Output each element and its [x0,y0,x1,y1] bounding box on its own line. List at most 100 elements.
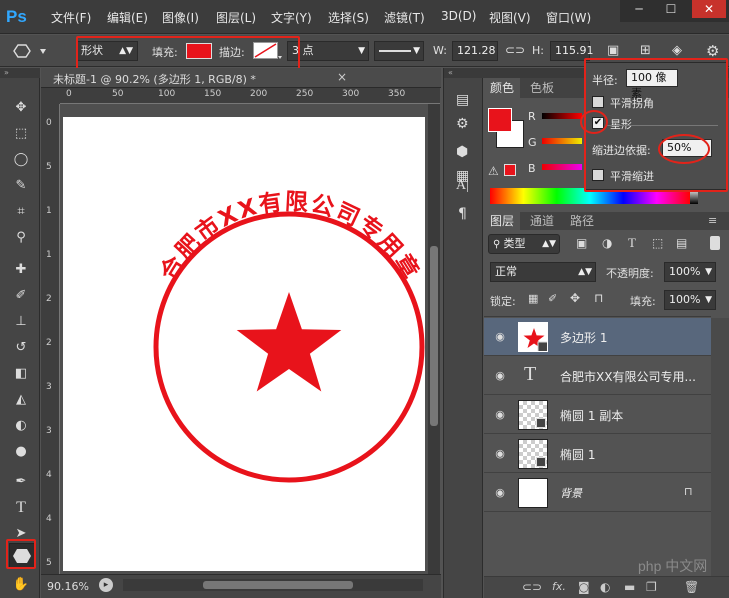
tab-layers[interactable]: 图层 [484,212,521,230]
layers-scrollbar[interactable] [711,318,729,578]
history-brush-tool-icon[interactable]: ↺ [10,338,32,358]
visibility-eye-icon[interactable]: ◉ [492,369,508,383]
blend-mode-select[interactable]: 正常 ▲▼ [490,262,596,282]
character-panel-icon[interactable]: A| [456,178,469,194]
fill-field[interactable]: 100% ▼ [664,290,716,310]
menu-filter[interactable]: 滤镜(T) [384,9,425,26]
tab-channels[interactable]: 通道 [524,212,560,230]
channel-b-slider[interactable] [542,164,582,170]
menu-file[interactable]: 文件(F) [51,9,91,26]
filter-pixel-icon[interactable]: ▣ [576,236,587,250]
new-layer-icon[interactable]: ❐ [646,580,657,594]
eraser-tool-icon[interactable]: ◧ [10,364,32,384]
dock-collapse-icon[interactable]: « [444,68,484,78]
adjustment-layer-icon[interactable]: ◐ [600,580,610,594]
tab-swatches[interactable]: 色板 [524,78,560,98]
clone-stamp-tool-icon[interactable]: ⊥ [10,312,32,332]
layer-row-polygon[interactable]: ◉ 多边形 1 [484,318,711,356]
width-field[interactable]: 121.28 [452,41,498,61]
horizontal-scrollbar[interactable] [123,579,423,591]
status-info-icon[interactable]: ▸ [99,578,113,592]
visibility-eye-icon[interactable]: ◉ [492,447,508,461]
menu-type[interactable]: 文字(Y) [271,9,312,26]
layer-row-text[interactable]: ◉ T 合肥市XX有限公司专用... [484,357,711,395]
menu-layer[interactable]: 图层(L) [216,9,256,26]
panel-menu-icon[interactable]: ≡ [708,214,717,227]
search-icon: ⚲ [493,239,504,250]
link-icon[interactable]: ⊂⊃ [505,43,525,57]
filter-toggle-switch[interactable] [710,236,720,250]
new-group-icon[interactable]: ▬ [624,580,635,594]
minimize-button[interactable]: ─ [624,0,654,18]
maximize-button[interactable]: ☐ [656,0,686,18]
brush-tool-icon[interactable]: ✐ [10,286,32,306]
hand-tool-icon[interactable]: ✋ [10,575,32,595]
document-canvas[interactable]: 合肥市XX有限公司专用章 [63,117,425,571]
document-tab[interactable]: 未标题-1 @ 90.2% (多边形 1, RGB/8) * × [41,68,441,88]
layer-row-ellipse-copy[interactable]: ◉ 椭圆 1 副本 [484,396,711,434]
menu-edit[interactable]: 编辑(E) [107,9,148,26]
vertical-scrollbar[interactable] [428,104,440,574]
lock-pixels-icon[interactable]: ✐ [548,292,557,305]
channel-g-slider[interactable] [542,138,582,144]
eyedropper-tool-icon[interactable]: ⚲ [10,228,32,248]
path-alignment-icon[interactable]: ⊞ [640,43,651,58]
polygon-tool-preset-icon[interactable] [8,41,50,61]
paragraph-panel-icon[interactable]: ¶ [458,206,467,222]
crop-tool-icon[interactable]: ⌗ [10,202,32,222]
lock-all-icon[interactable]: ⊓ [594,291,603,305]
tab-color[interactable]: 颜色 [484,78,521,98]
menu-select[interactable]: 选择(S) [328,9,369,26]
quick-select-tool-icon[interactable]: ✎ [10,176,32,196]
properties-panel-icon[interactable]: ⚙ [456,116,469,132]
lock-position-icon[interactable]: ✥ [570,291,580,305]
pen-tool-icon[interactable]: ✒ [10,472,32,492]
path-arrangement-icon[interactable]: ◈ [672,43,682,58]
move-tool-icon[interactable]: ✥ [10,98,32,118]
healing-brush-tool-icon[interactable]: ✚ [10,260,32,280]
add-mask-icon[interactable]: ◙ [578,580,590,594]
visibility-eye-icon[interactable]: ◉ [492,330,508,344]
layer-style-icon[interactable]: fx. [552,580,566,593]
menu-3d[interactable]: 3D(D) [441,9,476,23]
layer-row-background[interactable]: ◉ 背景 ⊓ [484,474,711,512]
close-button[interactable]: ✕ [692,0,726,18]
lock-transparent-icon[interactable]: ▦ [528,292,538,305]
layer-row-ellipse[interactable]: ◉ 椭圆 1 [484,435,711,473]
scroll-thumb[interactable] [203,581,353,589]
gamut-color-chip[interactable] [504,164,516,176]
close-tab-icon[interactable]: × [337,70,347,84]
filter-shape-icon[interactable]: ⬚ [652,236,663,250]
3d-panel-icon[interactable]: ⬢ [456,144,468,160]
opacity-field[interactable]: 100% ▼ [664,262,716,282]
stroke-type-select[interactable]: ▼ [374,41,424,61]
foreground-color-swatch[interactable] [488,108,512,132]
type-tool-icon[interactable]: T [10,498,32,518]
trash-icon[interactable]: 🗑 [684,580,699,594]
visibility-eye-icon[interactable]: ◉ [492,486,508,500]
visibility-eye-icon[interactable]: ◉ [492,408,508,422]
channel-r-slider[interactable] [542,113,582,119]
lock-icon[interactable]: ⊓ [684,485,693,498]
filter-smart-object-icon[interactable]: ▤ [676,236,687,250]
path-operations-icon[interactable]: ▣ [607,43,619,58]
zoom-level[interactable]: 90.16% [47,580,89,593]
paint-bucket-tool-icon[interactable]: ◭ [10,390,32,410]
filter-type-icon[interactable]: T [628,235,636,251]
marquee-tool-icon[interactable]: ⬚ [10,124,32,144]
layer-filter-select[interactable]: ⚲ 类型 ▲▼ [488,234,560,254]
dodge-tool-icon[interactable]: ● [10,442,32,462]
tab-paths[interactable]: 路径 [564,212,600,230]
lasso-tool-icon[interactable]: ◯ [10,150,32,170]
scroll-thumb[interactable] [430,246,438,426]
menu-window[interactable]: 窗口(W) [546,9,591,26]
filter-adjustment-icon[interactable]: ◑ [602,236,612,250]
link-layers-icon[interactable]: ⊂⊃ [522,580,542,594]
seal-star[interactable] [236,292,342,392]
panel-collapse-icon[interactable]: » [0,68,40,78]
out-of-gamut-warning-icon[interactable]: ⚠ [488,164,499,178]
history-panel-icon[interactable]: ▤ [456,92,469,108]
blur-tool-icon[interactable]: ◐ [10,416,32,436]
menu-image[interactable]: 图像(I) [162,9,199,26]
menu-view[interactable]: 视图(V) [489,9,531,26]
